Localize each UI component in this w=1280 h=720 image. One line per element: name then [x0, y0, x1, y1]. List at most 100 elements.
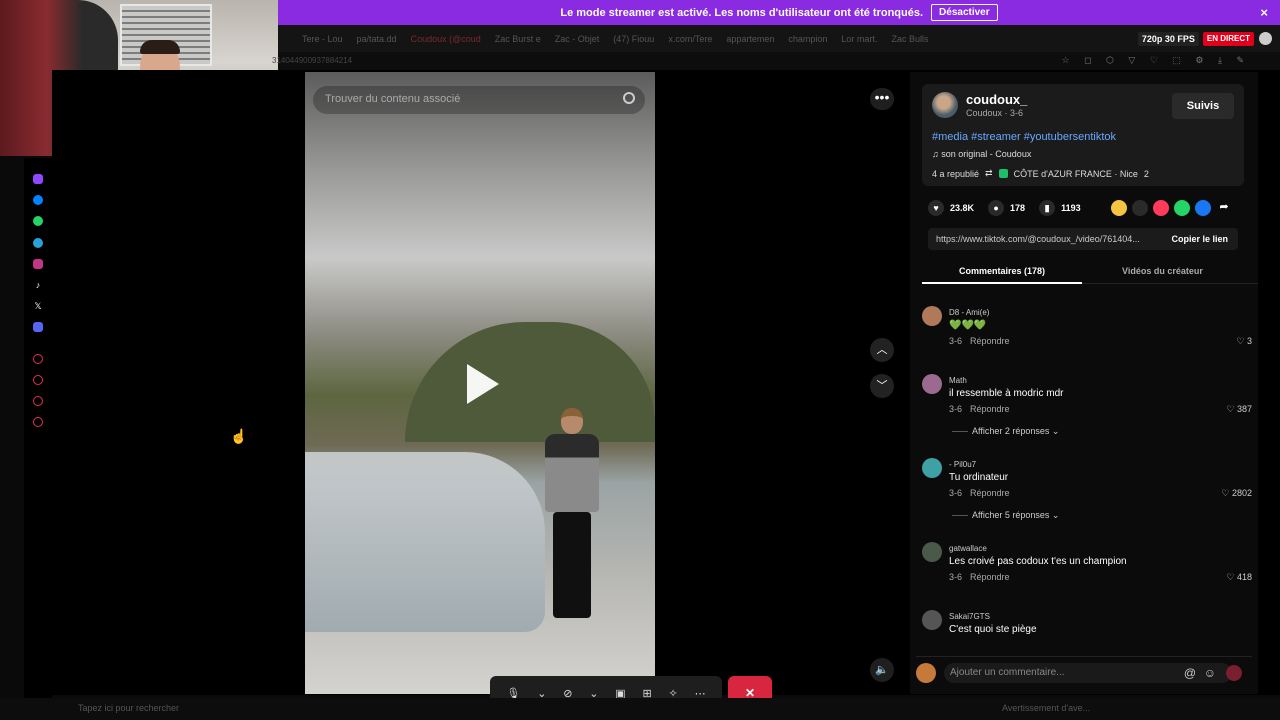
- commenter-avatar[interactable]: [922, 306, 942, 326]
- settings-icon[interactable]: [33, 417, 43, 427]
- banner-message: Le mode streamer est activé. Les noms d'…: [560, 6, 924, 19]
- whatsapp-share-icon[interactable]: [1174, 200, 1190, 216]
- show-replies-label: Afficher 5 réponses: [972, 510, 1050, 520]
- twitch-icon[interactable]: [33, 174, 43, 184]
- comment-likes[interactable]: ♡ 3: [1236, 336, 1252, 347]
- instagram-icon[interactable]: [33, 259, 43, 269]
- send-icon[interactable]: [1153, 200, 1169, 216]
- telegram-icon[interactable]: [33, 238, 43, 248]
- like-count: 23.8K: [950, 203, 975, 213]
- browser-tab[interactable]: Zac Burst e: [495, 34, 541, 44]
- commenter-avatar[interactable]: [922, 542, 942, 562]
- related-search-placeholder: Trouver du contenu associé: [325, 93, 461, 105]
- embed-icon[interactable]: [1132, 200, 1148, 216]
- browser-tab[interactable]: Lor mart.: [841, 34, 877, 44]
- comment-like-count: 3: [1246, 336, 1252, 346]
- address-bar[interactable]: 314044900937884214 ☆ ◻ ⬡ ▽ ♡ ⬚ ⚙ ⤓ ✎: [272, 52, 1280, 70]
- browser-tab[interactable]: Coudoux (@coud: [411, 34, 481, 44]
- comment-likes[interactable]: ♡ 387: [1226, 404, 1252, 415]
- browser-tab[interactable]: champion: [788, 34, 827, 44]
- comment-meta: 3-6 Répondre: [949, 572, 1010, 582]
- disable-streamer-button[interactable]: Désactiver: [931, 4, 998, 21]
- previous-video-button[interactable]: ︿: [870, 338, 894, 362]
- show-replies-button[interactable]: Afficher 5 réponses ⌄: [952, 510, 1059, 521]
- comment-meta: 3-6 Répondre: [949, 404, 1010, 414]
- post-comment-button[interactable]: [1226, 665, 1242, 681]
- comment-meta: 3-6 Répondre: [949, 488, 1010, 498]
- commenter-name[interactable]: Sakai7GTS: [949, 612, 990, 621]
- bookmark-icon[interactable]: ▮: [1039, 200, 1056, 216]
- add-icon[interactable]: [33, 354, 43, 364]
- browser-tab[interactable]: Zac Bulls: [891, 34, 928, 44]
- whatsapp-icon[interactable]: [33, 216, 43, 226]
- discord-icon[interactable]: [33, 322, 43, 332]
- commenter-name[interactable]: D8 - Ami(e): [949, 308, 989, 317]
- left-sidebar: ♪ 𝕏: [24, 158, 52, 718]
- browser-tab[interactable]: x.com/Tere: [668, 34, 712, 44]
- video-link-field[interactable]: https://www.tiktok.com/@coudoux_/video/7…: [928, 228, 1238, 250]
- browser-tab[interactable]: Tere - Lou: [302, 34, 343, 44]
- more-options-button[interactable]: •••: [870, 88, 894, 110]
- comment-icon[interactable]: ●: [988, 200, 1005, 216]
- live-badge: EN DIRECT: [1202, 32, 1254, 46]
- facebook-share-icon[interactable]: [1195, 200, 1211, 216]
- creator-avatar[interactable]: [932, 92, 958, 118]
- tiktok-icon[interactable]: ♪: [33, 280, 43, 290]
- post-music[interactable]: ♫ son original - Coudoux: [932, 149, 1031, 159]
- follow-button[interactable]: Suivis: [1172, 93, 1234, 119]
- comment-likes[interactable]: ♡ 418: [1226, 572, 1252, 583]
- volume-icon[interactable]: 🔈: [870, 658, 894, 682]
- comment-item: Sakai7GTS C'est quoi ste piège: [922, 610, 1252, 644]
- emoji-icon[interactable]: ☺: [1204, 666, 1216, 680]
- commenter-avatar[interactable]: [922, 458, 942, 478]
- comment-likes[interactable]: ♡ 2802: [1221, 488, 1252, 499]
- commenter-name[interactable]: gatwallace: [949, 544, 987, 553]
- copy-link-button[interactable]: Copier le lien: [1171, 234, 1228, 244]
- comment-text: 💚💚💚: [949, 320, 987, 331]
- reply-button[interactable]: Répondre: [970, 336, 1010, 346]
- reply-button[interactable]: Répondre: [970, 404, 1010, 414]
- taskbar-weather[interactable]: Avertissement d'ave...: [1002, 703, 1090, 713]
- comment-like-count: 418: [1236, 572, 1252, 582]
- tab-creator-videos[interactable]: Vidéos du créateur: [1122, 266, 1203, 276]
- commenter-name[interactable]: - Pil0u7: [949, 460, 976, 469]
- commenter-avatar[interactable]: [922, 610, 942, 630]
- close-icon[interactable]: ×: [1260, 5, 1268, 20]
- messenger-icon[interactable]: [33, 195, 43, 205]
- active-tab-indicator: [922, 282, 1082, 284]
- search-icon[interactable]: [623, 92, 635, 104]
- show-replies-button[interactable]: Afficher 2 réponses ⌄: [952, 426, 1059, 437]
- mouse-cursor: ☝: [230, 428, 248, 444]
- next-video-button[interactable]: ﹀: [870, 374, 894, 398]
- related-search-input[interactable]: Trouver du contenu associé: [313, 86, 645, 114]
- coin-icon[interactable]: [1111, 200, 1127, 216]
- browser-tab[interactable]: appartemen: [726, 34, 774, 44]
- post-hashtags[interactable]: #media #streamer #youtubersentiktok: [932, 131, 1116, 143]
- clock-icon[interactable]: [33, 375, 43, 385]
- comment-date: 3-6: [949, 572, 963, 582]
- tab-comments[interactable]: Commentaires (178): [959, 266, 1045, 276]
- heart-icon[interactable]: ♥: [928, 200, 944, 216]
- post-location[interactable]: CÔTE d'AZUR FRANCE · Nice: [1014, 169, 1138, 179]
- creator-username[interactable]: coudoux_: [966, 92, 1027, 107]
- reply-button[interactable]: Répondre: [970, 488, 1010, 498]
- share-arrow-icon[interactable]: ➦: [1216, 200, 1232, 216]
- browser-tab[interactable]: (47) Fiouu: [613, 34, 654, 44]
- chat-bubble-icon[interactable]: [1259, 32, 1272, 45]
- browser-tab[interactable]: Zac - Objet: [555, 34, 600, 44]
- video-player[interactable]: Trouver du contenu associé: [305, 72, 655, 694]
- details-panel: coudoux_ Coudoux · 3-6 Suivis #media #st…: [910, 72, 1258, 694]
- repost-count[interactable]: 4 a republié: [932, 169, 979, 179]
- mention-icon[interactable]: @: [1184, 666, 1196, 680]
- browser-tab[interactable]: pa/tata.dd: [357, 34, 397, 44]
- commenter-avatar[interactable]: [922, 374, 942, 394]
- creator-display: Coudoux · 3-6: [966, 108, 1024, 118]
- taskbar-search[interactable]: Tapez ici pour rechercher: [78, 703, 179, 713]
- location-more[interactable]: 2: [1144, 169, 1149, 179]
- x-icon[interactable]: 𝕏: [33, 301, 43, 311]
- chat-icon[interactable]: [33, 396, 43, 406]
- reply-button[interactable]: Répondre: [970, 572, 1010, 582]
- play-icon[interactable]: [467, 364, 499, 404]
- extension-icons[interactable]: ☆ ◻ ⬡ ▽ ♡ ⬚ ⚙ ⤓ ✎: [1062, 55, 1250, 66]
- commenter-name[interactable]: Math: [949, 376, 967, 385]
